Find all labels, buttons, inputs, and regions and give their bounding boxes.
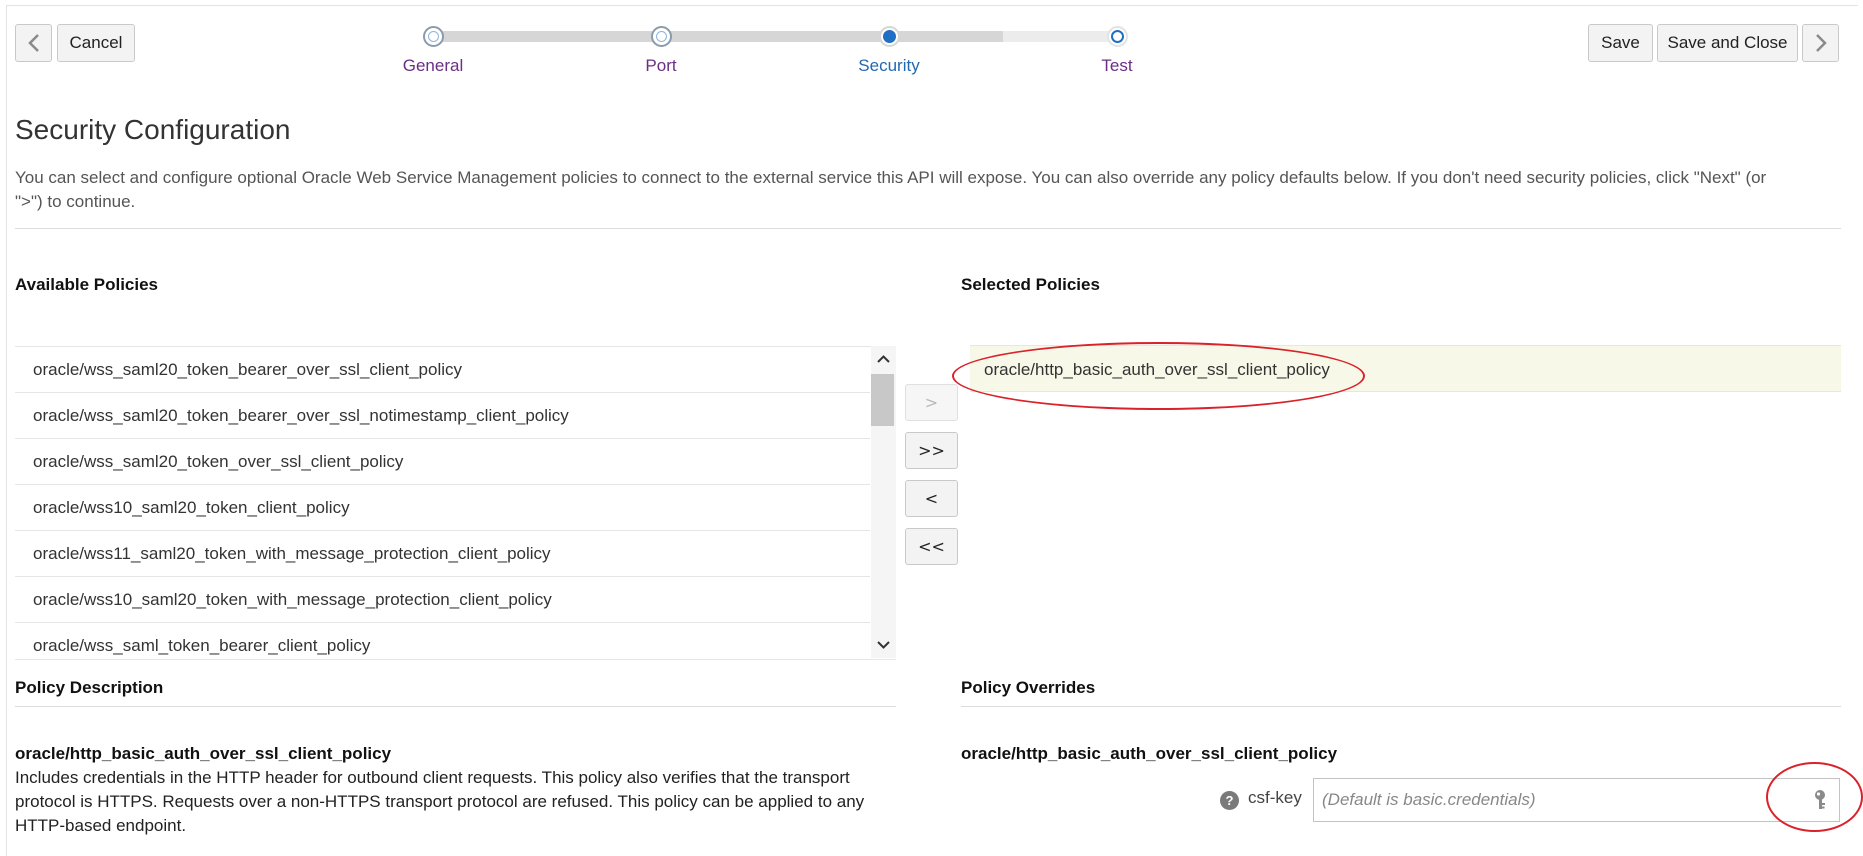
cancel-button[interactable]: Cancel [57, 24, 135, 62]
list-item[interactable]: oracle/wss11_saml20_token_with_message_p… [15, 531, 870, 577]
train-label-security: Security [858, 56, 920, 75]
next-button[interactable] [1802, 24, 1839, 62]
help-icon[interactable]: ? [1220, 791, 1239, 810]
save-and-close-button[interactable]: Save and Close [1657, 24, 1798, 62]
policy-description-title: Policy Description [15, 678, 164, 697]
override-policy-name: oracle/http_basic_auth_over_ssl_client_p… [961, 744, 1338, 763]
train-stop-general[interactable] [423, 26, 444, 47]
train-stop-security [879, 26, 900, 47]
list-item[interactable]: oracle/wss_saml20_token_bearer_over_ssl_… [15, 347, 870, 393]
divider [15, 228, 1841, 229]
chevron-right-icon [1815, 34, 1827, 52]
remove-button[interactable]: < [905, 480, 958, 517]
list-scrollbar[interactable] [871, 346, 896, 658]
train-track-remaining [1003, 31, 1119, 42]
train-stop-port[interactable] [651, 26, 672, 47]
csf-key-label: csf-key [1248, 788, 1302, 807]
list-item[interactable]: oracle/wss_saml_token_bearer_client_poli… [15, 623, 870, 659]
page-intro: You can select and configure optional Or… [15, 168, 1767, 211]
selected-policies-title: Selected Policies [961, 275, 1100, 294]
available-policies-title: Available Policies [15, 275, 158, 294]
description-policy-name: oracle/http_basic_auth_over_ssl_client_p… [15, 744, 392, 763]
divider [961, 706, 1841, 707]
list-item[interactable]: oracle/wss_saml20_token_over_ssl_client_… [15, 439, 870, 485]
train-stop-test[interactable] [1107, 26, 1128, 47]
train-label-port[interactable]: Port [645, 56, 676, 76]
move-all-button[interactable]: >> [905, 432, 958, 469]
scroll-up-icon[interactable] [877, 353, 890, 366]
description-text: Includes credentials in the HTTP header … [15, 768, 865, 835]
remove-all-button[interactable]: << [905, 528, 958, 565]
available-policies-list[interactable]: oracle/wss_saml20_token_bearer_over_ssl_… [15, 346, 896, 660]
page-title: Security Configuration [15, 114, 291, 145]
scroll-thumb[interactable] [871, 374, 894, 426]
list-item[interactable]: oracle/wss_saml20_token_bearer_over_ssl_… [15, 393, 870, 439]
key-icon[interactable] [1811, 789, 1831, 811]
train-track-completed [433, 31, 1003, 42]
selected-policy-item[interactable]: oracle/http_basic_auth_over_ssl_client_p… [970, 345, 1841, 392]
save-button[interactable]: Save [1588, 24, 1653, 62]
scroll-down-icon[interactable] [877, 638, 890, 651]
list-item[interactable]: oracle/wss10_saml20_token_client_policy [15, 485, 870, 531]
move-button[interactable]: > [905, 384, 958, 421]
policy-overrides-title: Policy Overrides [961, 678, 1096, 697]
chevron-left-icon [27, 34, 39, 52]
back-button[interactable] [15, 24, 52, 62]
train-label-general[interactable]: General [403, 56, 463, 76]
train-label-test[interactable]: Test [1101, 56, 1132, 76]
divider [15, 706, 896, 707]
csf-key-input[interactable] [1313, 778, 1840, 822]
list-item[interactable]: oracle/wss10_saml20_token_with_message_p… [15, 577, 870, 623]
